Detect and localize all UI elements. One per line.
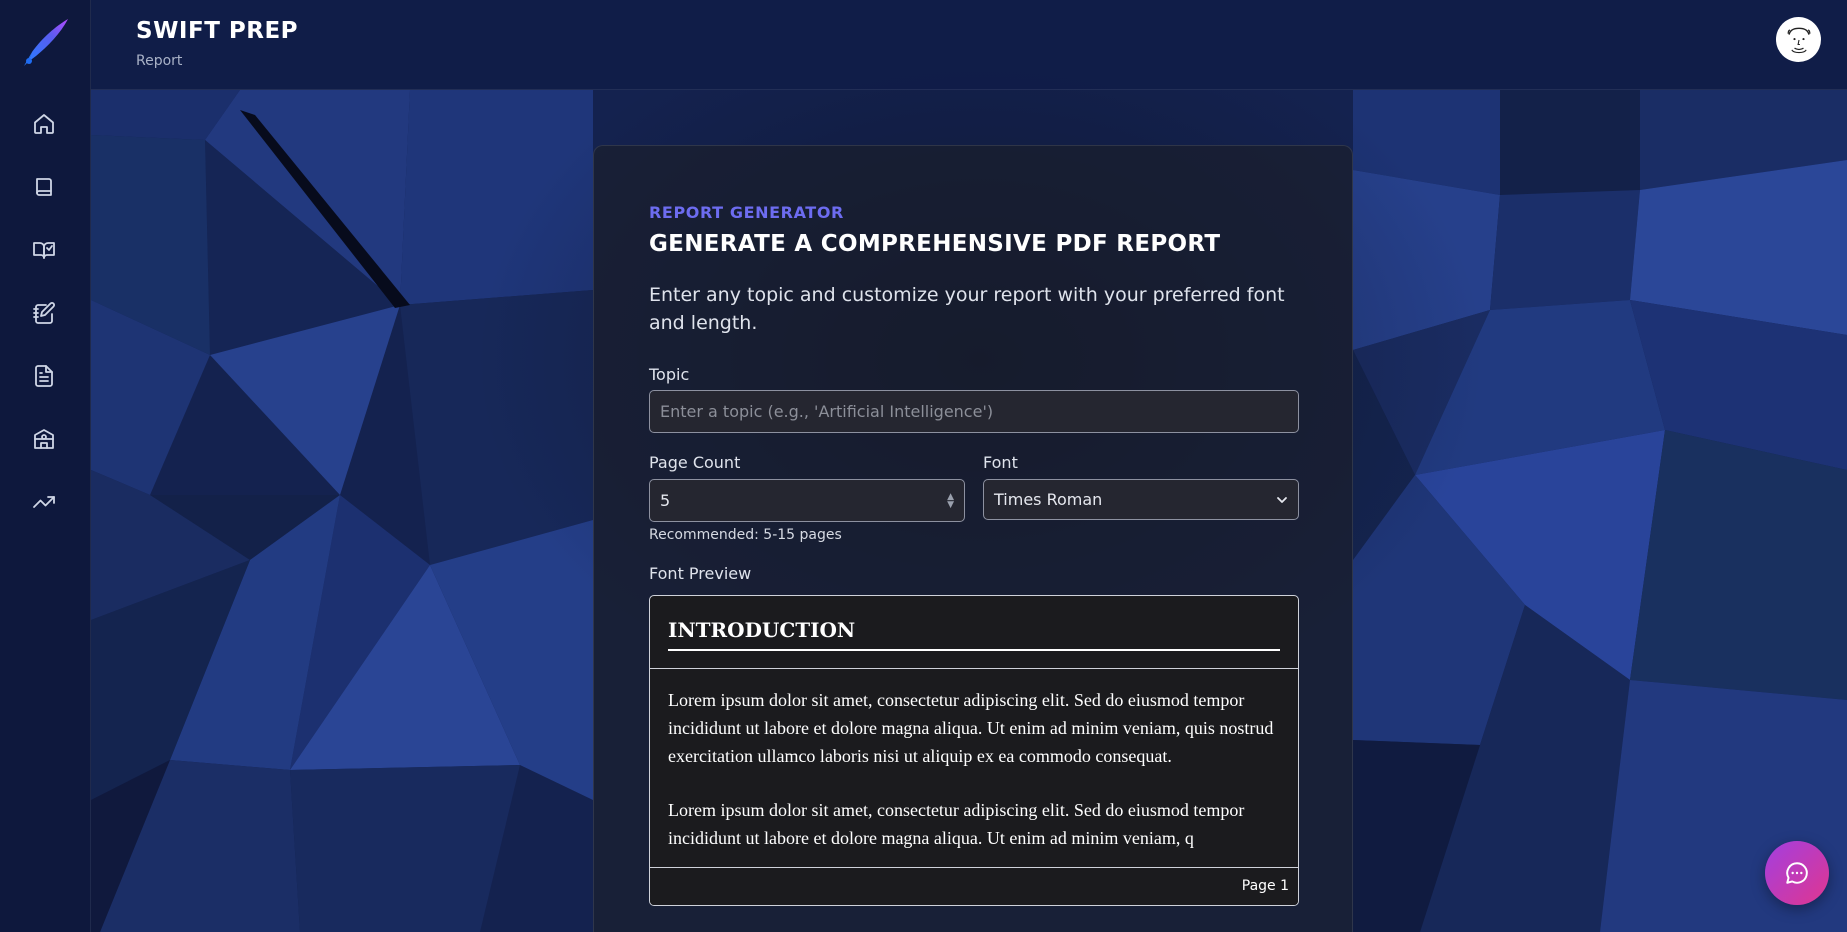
stepper-arrows-icon[interactable]: ▲ ▼ bbox=[947, 492, 954, 509]
preview-page-number: Page 1 bbox=[1241, 878, 1289, 894]
sidebar-item-home[interactable] bbox=[26, 106, 62, 142]
page-count-hint: Recommended: 5-15 pages bbox=[649, 527, 842, 543]
top-header: SWIFT PREP Report bbox=[91, 0, 1847, 90]
font-preview-box: INTRODUCTION Lorem ipsum dolor sit amet,… bbox=[649, 595, 1299, 906]
font-label: Font bbox=[983, 453, 1018, 472]
sidebar-item-quiz[interactable] bbox=[26, 232, 62, 268]
page-count-stepper[interactable]: 5 ▲ ▼ bbox=[649, 479, 965, 522]
preview-footer: Page 1 bbox=[650, 867, 1298, 905]
book-check-icon bbox=[33, 242, 55, 259]
trending-up-icon bbox=[33, 496, 55, 508]
chevron-down-icon bbox=[1277, 496, 1287, 503]
page-count-value: 5 bbox=[660, 491, 671, 510]
breadcrumb: Report bbox=[136, 53, 183, 69]
preview-paragraph: Lorem ipsum dolor sit amet, consectetur … bbox=[668, 800, 1245, 848]
brand-title[interactable]: SWIFT PREP bbox=[136, 18, 298, 44]
chat-bubble-icon bbox=[1786, 862, 1808, 884]
font-selected-value: Times Roman bbox=[994, 490, 1103, 509]
section-eyebrow: REPORT GENERATOR bbox=[649, 203, 844, 222]
sidebar-item-progress[interactable] bbox=[26, 484, 62, 520]
face-avatar-icon bbox=[1787, 27, 1810, 53]
sidebar-item-report[interactable] bbox=[26, 358, 62, 394]
preview-heading: INTRODUCTION bbox=[668, 618, 1280, 651]
notebook-pen-icon bbox=[33, 302, 55, 324]
quill-logo-icon[interactable] bbox=[18, 16, 72, 70]
page-title: GENERATE A COMPREHENSIVE PDF REPORT bbox=[649, 231, 1221, 257]
report-generator-card: REPORT GENERATOR GENERATE A COMPREHENSIV… bbox=[593, 145, 1353, 932]
school-icon bbox=[34, 429, 54, 449]
preview-header: INTRODUCTION bbox=[650, 596, 1298, 669]
page-count-label: Page Count bbox=[649, 453, 741, 472]
page-description: Enter any topic and customize your repor… bbox=[649, 284, 1285, 334]
chat-button[interactable] bbox=[1765, 841, 1829, 905]
topic-input[interactable] bbox=[649, 390, 1299, 433]
sidebar-item-school[interactable] bbox=[26, 421, 62, 457]
preview-paragraph: Lorem ipsum dolor sit amet, consectetur … bbox=[668, 690, 1274, 766]
sidebar-item-notes[interactable] bbox=[26, 295, 62, 331]
avatar[interactable] bbox=[1776, 17, 1821, 62]
preview-body: Lorem ipsum dolor sit amet, consectetur … bbox=[668, 686, 1283, 878]
font-select[interactable]: Times Roman bbox=[983, 479, 1299, 520]
sidebar bbox=[0, 0, 91, 932]
home-icon bbox=[34, 114, 54, 134]
file-text-icon bbox=[35, 365, 53, 387]
sidebar-item-library[interactable] bbox=[26, 169, 62, 205]
font-preview-label: Font Preview bbox=[649, 564, 752, 583]
topic-label: Topic bbox=[649, 365, 690, 384]
book-icon bbox=[36, 178, 52, 196]
